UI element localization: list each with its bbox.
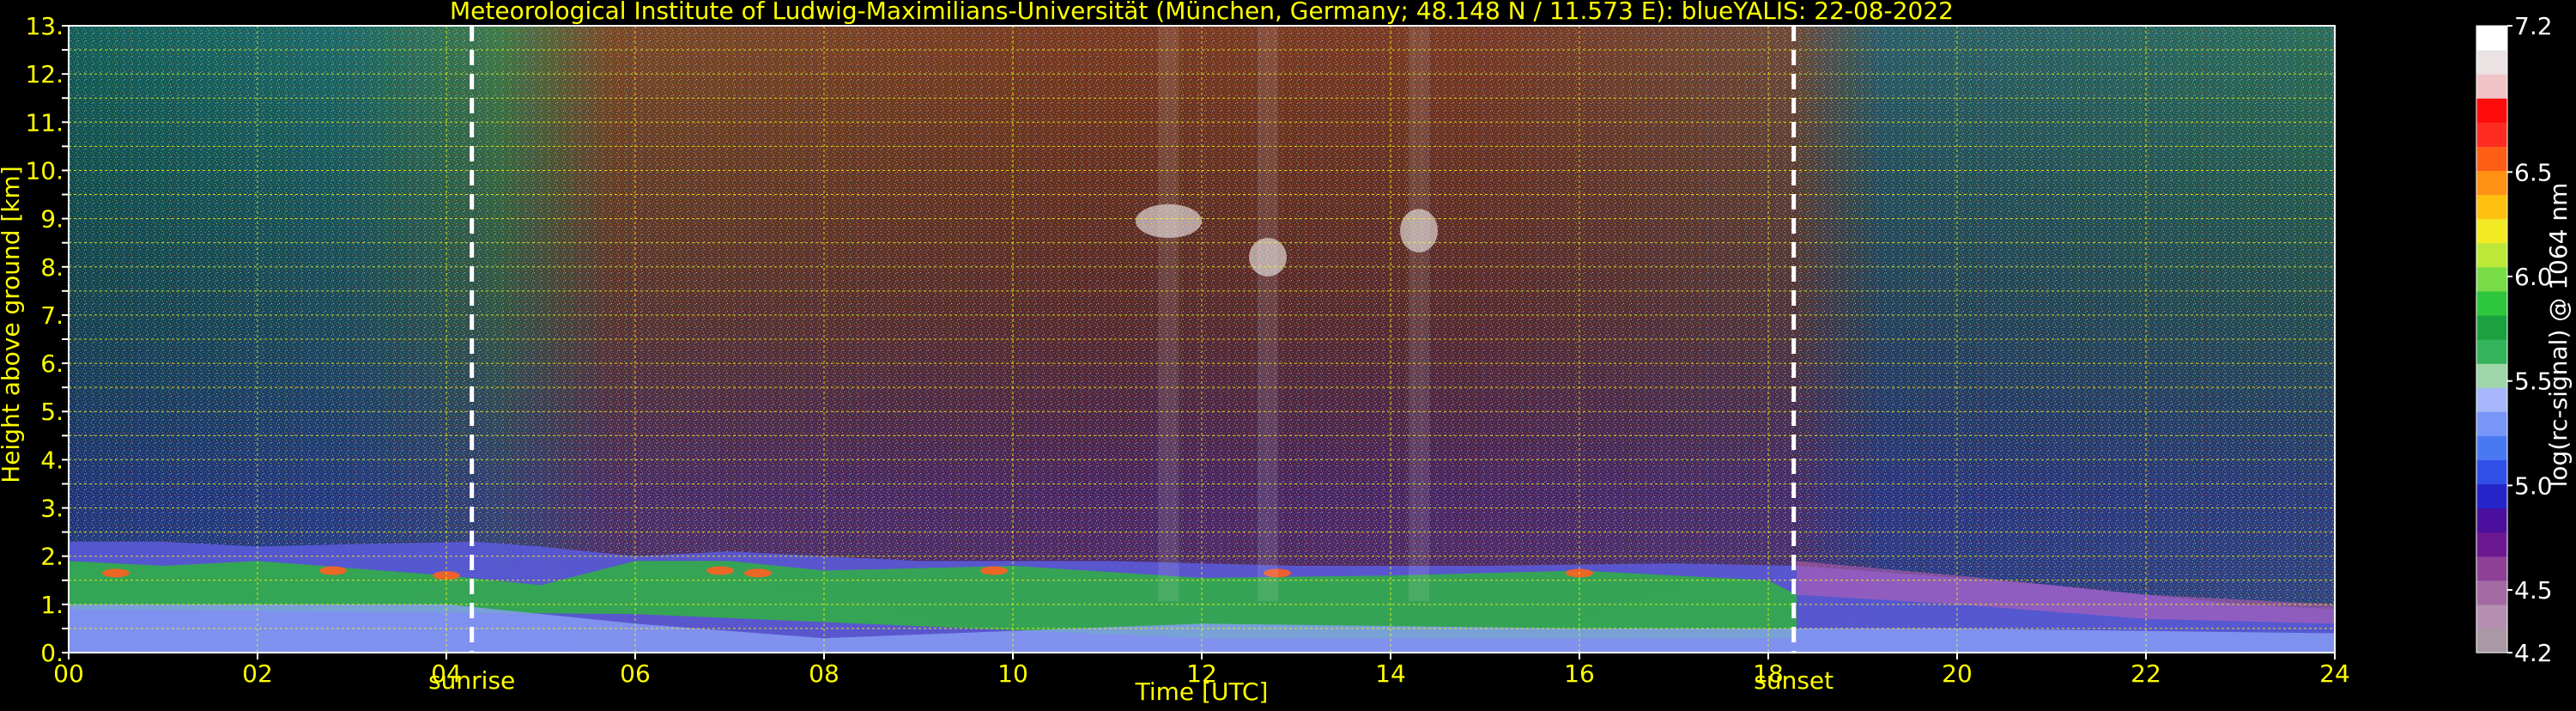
chart-title: Meteorological Institute of Ludwig-Maxim… xyxy=(450,0,1954,25)
colorbar-segment xyxy=(2476,314,2507,340)
x-tick-label: 22 xyxy=(2131,659,2161,688)
colorbar-tick-label: 4.2 xyxy=(2514,639,2553,667)
x-tick-label: 18 xyxy=(1753,659,1784,688)
x-axis-label: Time [UTC] xyxy=(1135,678,1269,706)
y-tick-label: 3. xyxy=(40,495,64,523)
colorbar-segment xyxy=(2476,459,2507,485)
y-tick-label: 9. xyxy=(40,205,64,234)
colorbar-tick-label: 4.5 xyxy=(2514,576,2553,605)
x-tick-label: 02 xyxy=(242,659,273,688)
aerosol-hotspot xyxy=(744,568,772,578)
precip-streak xyxy=(1409,26,1429,601)
colorbar-segment xyxy=(2476,98,2507,123)
y-tick-label: 1. xyxy=(40,591,64,619)
y-tick-label: 8. xyxy=(40,253,64,282)
colorbar-segment xyxy=(2476,411,2507,436)
colorbar-segment xyxy=(2476,146,2507,172)
y-tick-label: 0. xyxy=(40,639,64,667)
y-tick-label: 7. xyxy=(40,301,64,330)
x-tick-label: 06 xyxy=(620,659,651,688)
colorbar-segment xyxy=(2476,74,2507,99)
aerosol-hotspot xyxy=(102,568,130,578)
colorbar-segment xyxy=(2476,628,2507,653)
y-tick-label: 4. xyxy=(40,446,64,474)
x-tick-label: 16 xyxy=(1564,659,1595,688)
colorbar-segment xyxy=(2476,435,2507,460)
colorbar-segment xyxy=(2476,122,2507,147)
colorbar-segment xyxy=(2476,339,2507,364)
y-tick-label: 13. xyxy=(25,12,64,40)
precip-streak xyxy=(1158,26,1179,601)
colorbar-tick-label: 6.5 xyxy=(2514,158,2553,186)
y-tick-label: 11. xyxy=(25,108,64,137)
colorbar-tick-label: 7.2 xyxy=(2514,12,2553,40)
y-tick-label: 6. xyxy=(40,349,64,378)
x-tick-label: 14 xyxy=(1375,659,1406,688)
colorbar-segment xyxy=(2476,483,2507,509)
x-tick-label: 04 xyxy=(431,659,462,688)
colorbar-segment xyxy=(2476,26,2507,51)
colorbar-segment xyxy=(2476,387,2507,412)
colorbar-segment xyxy=(2476,580,2507,605)
y-tick-label: 2. xyxy=(40,543,64,571)
colorbar-segment xyxy=(2476,242,2507,268)
colorbar-label: log(rc-signal) @ 1064 nm xyxy=(2544,183,2573,488)
colorbar-segment xyxy=(2476,532,2507,557)
x-tick-label: 08 xyxy=(809,659,839,688)
colorbar-segment xyxy=(2476,604,2507,629)
aerosol-hotspot xyxy=(319,566,347,575)
colorbar-segment xyxy=(2476,194,2507,220)
aerosol-hotspot xyxy=(980,566,1008,575)
colorbar-segment xyxy=(2476,290,2507,316)
lidar-quicklook: sunrise sunset 00 02 04 06 08 10 12 14 16 18 20 22 24… xyxy=(0,0,2576,708)
colorbar-segment xyxy=(2476,170,2507,196)
lidar-chart-svg: sunrise sunset 00 02 04 06 08 10 12 14 16 18 20 22 24… xyxy=(0,0,2573,706)
precip-streak xyxy=(1258,26,1278,601)
y-axis-label: Height above ground [km] xyxy=(0,166,25,483)
colorbar: 4.24.55.05.56.06.57.2 xyxy=(2476,12,2553,667)
x-tick-label: 20 xyxy=(1942,659,1973,688)
y-tick-label: 10. xyxy=(25,156,64,185)
colorbar-segment xyxy=(2476,50,2507,75)
colorbar-segment xyxy=(2476,363,2507,388)
colorbar-segment xyxy=(2476,266,2507,292)
colorbar-segment xyxy=(2476,218,2507,244)
x-tick-label: 10 xyxy=(997,659,1028,688)
y-tick-label: 5. xyxy=(40,398,64,426)
x-tick-label: 24 xyxy=(2319,659,2350,688)
colorbar-segment xyxy=(2476,556,2507,581)
colorbar-segment xyxy=(2476,507,2507,533)
y-tick-label: 12. xyxy=(25,60,64,88)
aerosol-hotspot xyxy=(706,566,734,575)
